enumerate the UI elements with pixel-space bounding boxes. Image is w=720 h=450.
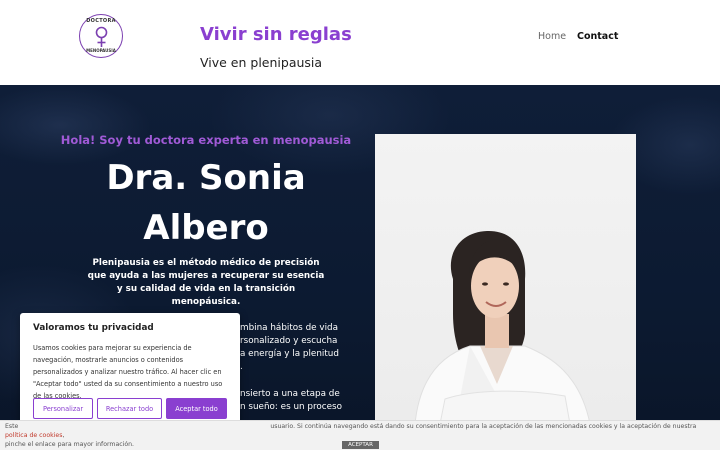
hero-paragraph-2-line: . xyxy=(240,362,243,372)
cookie-dialog-title: Valoramos tu privacidad xyxy=(33,323,154,333)
cookie-notice-text-start: Este xyxy=(5,423,19,430)
site-logo[interactable]: DOCTORA MENOPAUSIA xyxy=(79,14,123,58)
doctor-portrait-illustration xyxy=(414,230,591,424)
cookie-dialog-text: Usamos cookies para mejorar su experienc… xyxy=(33,344,223,400)
site-header: DOCTORA MENOPAUSIA Vivir sin reglas Vive… xyxy=(0,0,720,85)
accept-all-cookies-button[interactable]: Aceptar todo xyxy=(166,398,227,419)
nav-contact-link[interactable]: Contact xyxy=(577,31,618,42)
hero-paragraph-2-line: mbina hábitos de vida xyxy=(240,323,338,333)
cookie-dialog-buttons: Personalizar Rechazar todo Aceptar todo xyxy=(33,398,227,419)
hero-name: Dra. Sonia Albero xyxy=(0,153,412,253)
hero-paragraph-2-line: rsonalizado y escucha xyxy=(240,336,338,346)
cookie-notice-accept-button[interactable]: ACEPTAR xyxy=(342,441,379,449)
nav-home-link[interactable]: Home xyxy=(538,31,566,42)
hero-paragraph-3-line: n sueño: es un proceso xyxy=(240,402,343,412)
customize-cookies-button[interactable]: Personalizar xyxy=(33,398,93,419)
cookie-policy-link[interactable]: política de cookies xyxy=(5,432,62,439)
cookie-notice-bar: Este usuario. Si continúa navegando está… xyxy=(0,420,720,450)
cookie-notice-text-main: usuario. Si continúa navegando está dand… xyxy=(270,423,697,430)
site-tagline: Vive en plenipausia xyxy=(200,55,323,70)
cookie-notice-text-line2: pinche el enlace para mayor información. xyxy=(5,441,135,448)
hero-paragraph-2: mbina hábitos de vida rsonalizado y escu… xyxy=(240,322,380,374)
hero-paragraph-2-line: a energía y la plenitud xyxy=(240,349,339,359)
doctor-photo xyxy=(375,134,636,424)
hero-description: Plenipausia es el método médico de preci… xyxy=(87,258,325,307)
logo-top-text: DOCTORA xyxy=(86,18,116,24)
female-symbol-icon xyxy=(95,26,108,47)
cookie-consent-dialog: Valoramos tu privacidad Usamos cookies p… xyxy=(20,313,240,425)
hero-name-line1: Dra. Sonia xyxy=(106,158,306,198)
hero-name-line2: Albero xyxy=(143,208,269,248)
logo-bottom-text: MENOPAUSIA xyxy=(86,48,116,53)
reject-all-cookies-button[interactable]: Rechazar todo xyxy=(97,398,162,419)
hero-subtitle: Hola! Soy tu doctora experta en menopaus… xyxy=(60,133,352,147)
site-title[interactable]: Vivir sin reglas xyxy=(200,24,352,45)
hero-paragraph-3-line: nsierto a una etapa de xyxy=(240,389,340,399)
cookie-notice-text-end: , xyxy=(62,432,65,439)
hero-paragraph-3: nsierto a una etapa de n sueño: es un pr… xyxy=(240,388,380,414)
